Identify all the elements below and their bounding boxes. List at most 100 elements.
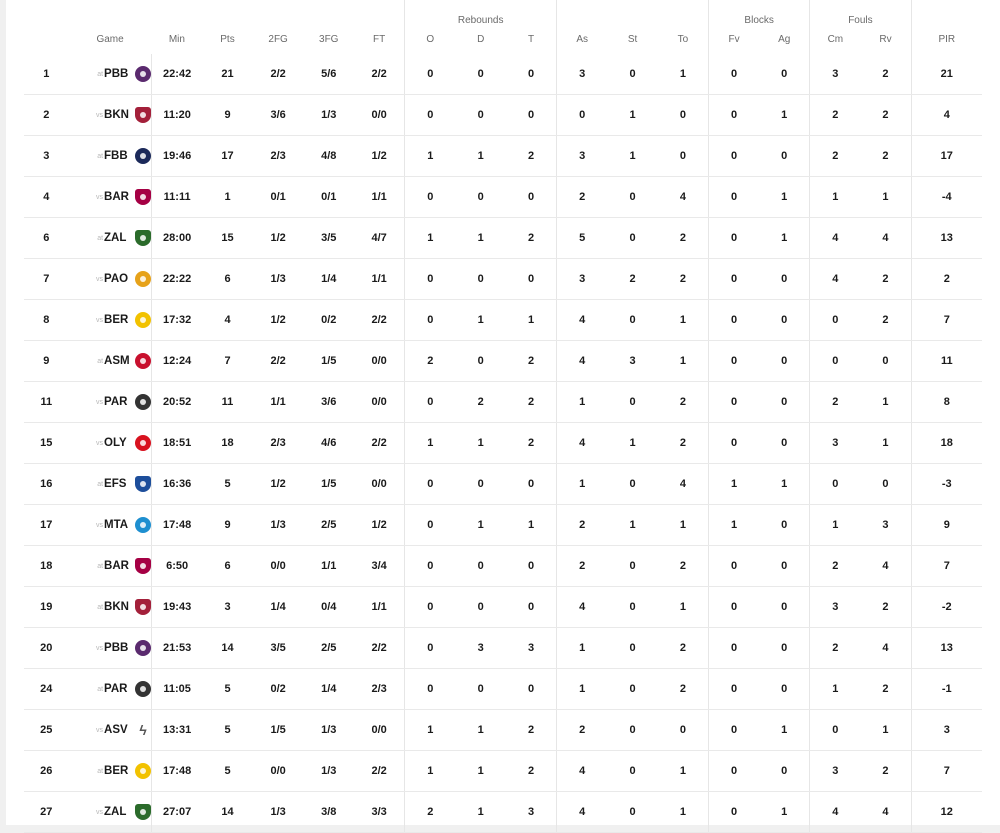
blocks-favor-cell: 0 xyxy=(708,709,760,751)
assists-cell: 1 xyxy=(556,381,608,423)
points-cell: 9 xyxy=(202,94,253,136)
opponent-code[interactable]: BER xyxy=(104,765,135,777)
game-cell[interactable]: at EFS xyxy=(68,463,152,505)
col-header-st[interactable]: St xyxy=(607,28,658,54)
free-throw-cell: 3/3 xyxy=(354,791,405,833)
two-point-cell: 1/2 xyxy=(252,299,304,341)
game-cell[interactable]: vs ZAL xyxy=(68,791,152,833)
game-cell[interactable]: at PAR xyxy=(68,668,152,710)
opponent-code[interactable]: ASM xyxy=(104,355,135,367)
col-header-d[interactable]: D xyxy=(455,28,506,54)
game-cell[interactable]: vs PAO xyxy=(68,258,152,300)
defensive-rebounds-cell: 0 xyxy=(455,94,506,136)
table-body: 1 at PBB 22:42 21 2/2 5/6 2/2 0 0 0 3 0 … xyxy=(24,54,982,833)
defensive-rebounds-cell: 1 xyxy=(455,709,506,751)
col-header-fv[interactable]: Fv xyxy=(708,28,760,54)
venue-label: at xyxy=(97,603,104,611)
opponent-code[interactable]: PBB xyxy=(104,642,135,654)
opponent-code[interactable]: BAR xyxy=(104,560,135,572)
col-header-ag[interactable]: Ag xyxy=(759,28,810,54)
col-header-pts[interactable]: Pts xyxy=(202,28,253,54)
fouls-received-cell: 2 xyxy=(860,750,912,792)
two-point-cell: 0/1 xyxy=(252,176,304,218)
col-header-game[interactable]: Game xyxy=(69,28,152,54)
fouls-received-cell: 1 xyxy=(860,709,912,751)
game-cell[interactable]: at ZAL xyxy=(68,217,152,259)
opponent-code[interactable]: PAR xyxy=(104,683,135,695)
opponent-code[interactable]: BAR xyxy=(104,191,135,203)
two-point-cell: 1/3 xyxy=(252,791,304,833)
game-number: 27 xyxy=(24,791,69,833)
turnovers-cell: 2 xyxy=(657,217,709,259)
game-cell[interactable]: at FBB xyxy=(68,135,152,177)
col-header-cm[interactable]: Cm xyxy=(809,28,861,54)
opponent-code[interactable]: ZAL xyxy=(104,232,135,244)
table-row: 6 at ZAL 28:00 15 1/2 3/5 4/7 1 1 2 5 0 … xyxy=(24,217,982,259)
opponent-code[interactable]: OLY xyxy=(104,437,135,449)
blocks-favor-cell: 0 xyxy=(708,135,760,177)
opponent-code[interactable]: ASV xyxy=(104,724,135,736)
opponent-code[interactable]: FBB xyxy=(104,150,135,162)
offensive-rebounds-cell: 1 xyxy=(404,750,456,792)
offensive-rebounds-cell: 0 xyxy=(404,586,456,628)
minutes-cell: 6:50 xyxy=(151,545,203,587)
game-cell[interactable]: vs PAR xyxy=(68,381,152,423)
col-header-o[interactable]: O xyxy=(404,28,456,54)
col-header-min[interactable]: Min xyxy=(152,28,203,54)
fouls-committed-cell: 4 xyxy=(809,217,861,259)
turnovers-cell: 1 xyxy=(657,54,709,95)
col-header-ft[interactable]: FT xyxy=(354,28,405,54)
game-cell[interactable]: at PBB xyxy=(68,54,152,95)
game-cell[interactable]: vs ASV ϟ xyxy=(68,709,152,751)
minutes-cell: 11:05 xyxy=(151,668,203,710)
assists-cell: 3 xyxy=(556,258,608,300)
venue-label: vs xyxy=(96,726,104,734)
game-cell[interactable]: vs OLY xyxy=(68,422,152,464)
total-rebounds-cell: 3 xyxy=(506,627,557,669)
assists-cell: 3 xyxy=(556,135,608,177)
opponent-code[interactable]: BKN xyxy=(104,109,135,121)
game-cell[interactable]: vs BER xyxy=(68,299,152,341)
opponent-code[interactable]: EFS xyxy=(104,478,135,490)
opponent-code[interactable]: ZAL xyxy=(104,806,135,818)
total-rebounds-cell: 0 xyxy=(506,176,557,218)
opponent-code[interactable]: MTA xyxy=(104,519,135,531)
col-header-3fg[interactable]: 3FG xyxy=(303,28,354,54)
table-row: 4 vs BAR 11:11 1 0/1 0/1 1/1 0 0 0 2 0 4… xyxy=(24,176,982,218)
free-throw-cell: 4/7 xyxy=(354,217,405,259)
opponent-code[interactable]: PBB xyxy=(104,68,135,80)
game-cell[interactable]: at ASM xyxy=(68,340,152,382)
game-cell[interactable]: at BAR xyxy=(68,545,152,587)
game-cell[interactable]: at BKN xyxy=(68,586,152,628)
free-throw-cell: 1/2 xyxy=(354,135,405,177)
game-cell[interactable]: vs BAR xyxy=(68,176,152,218)
assists-cell: 5 xyxy=(556,217,608,259)
free-throw-cell: 0/0 xyxy=(354,94,405,136)
game-cell[interactable]: vs PBB xyxy=(68,627,152,669)
header-group-fouls: Fouls xyxy=(809,0,912,28)
blocks-against-cell: 1 xyxy=(759,176,810,218)
col-header-as[interactable]: As xyxy=(556,28,608,54)
game-cell[interactable]: at BER xyxy=(68,750,152,792)
game-number: 4 xyxy=(24,176,69,218)
table-row: 24 at PAR 11:05 5 0/2 1/4 2/3 0 0 0 1 0 … xyxy=(24,668,982,710)
opponent-code[interactable]: PAO xyxy=(104,273,135,285)
col-header-pir[interactable]: PIR xyxy=(910,28,982,54)
bolt-glyph-icon: ϟ xyxy=(139,722,147,738)
fouls-received-cell: 2 xyxy=(860,668,912,710)
opponent-code[interactable]: PAR xyxy=(104,396,135,408)
assists-cell: 4 xyxy=(556,299,608,341)
col-header-2fg[interactable]: 2FG xyxy=(253,28,304,54)
col-header-t[interactable]: T xyxy=(506,28,557,54)
opponent-code[interactable]: BER xyxy=(104,314,135,326)
fouls-received-cell: 4 xyxy=(860,791,912,833)
opponent-code[interactable]: BKN xyxy=(104,601,135,613)
game-cell[interactable]: vs MTA xyxy=(68,504,152,546)
col-header-to[interactable]: To xyxy=(658,28,709,54)
free-throw-cell: 1/1 xyxy=(354,176,405,218)
game-cell[interactable]: vs BKN xyxy=(68,94,152,136)
alba-berlin-icon xyxy=(135,312,152,328)
col-header-rv[interactable]: Rv xyxy=(860,28,911,54)
blocks-against-cell: 0 xyxy=(759,545,810,587)
fouls-received-cell: 2 xyxy=(860,299,912,341)
